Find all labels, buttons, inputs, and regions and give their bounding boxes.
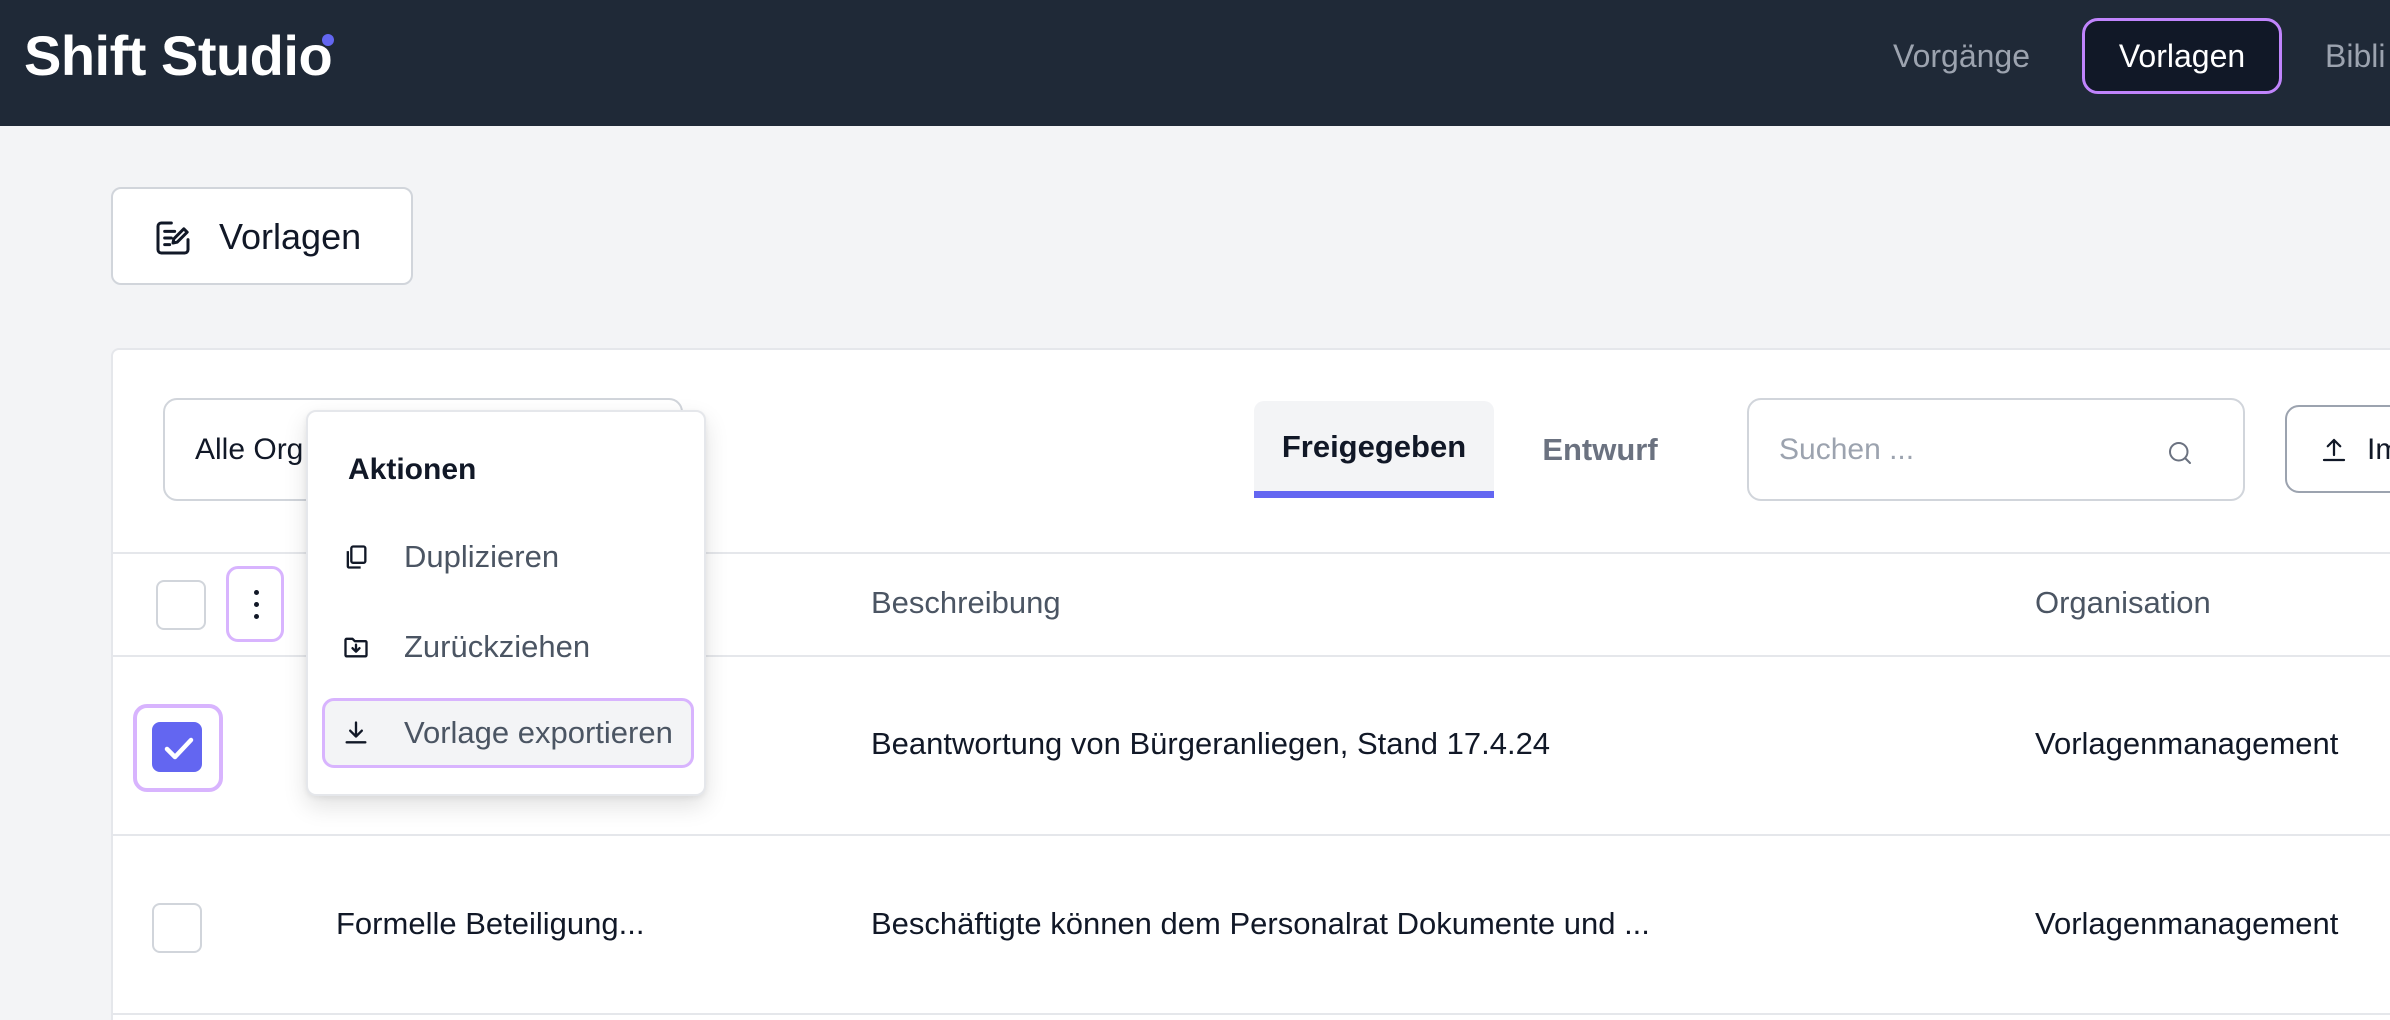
row-organisation: Vorlagenmanagement xyxy=(2035,906,2339,941)
menu-item-label: Duplizieren xyxy=(404,539,560,574)
search-input[interactable] xyxy=(1779,426,2159,474)
actions-dropdown-menu: Aktionen Duplizieren Zurückziehen Vorlag… xyxy=(306,410,706,796)
kebab-dot xyxy=(254,590,259,595)
brand-logo[interactable]: Shift Studio xyxy=(24,24,333,88)
table-divider xyxy=(113,1013,2390,1015)
menu-item-label: Vorlage exportieren xyxy=(404,715,673,750)
row-checkbox[interactable] xyxy=(152,903,202,953)
page-title-button[interactable]: Vorlagen xyxy=(111,187,413,285)
edit-document-icon xyxy=(156,221,190,255)
organisation-filter-value: Alle Org xyxy=(195,433,304,466)
download-icon xyxy=(345,721,367,744)
search-icon[interactable] xyxy=(2165,438,2195,468)
menu-item-vorlage-exportieren[interactable]: Vorlage exportieren xyxy=(322,698,694,768)
menu-item-zurueckziehen[interactable]: Zurückziehen xyxy=(322,612,694,682)
kebab-dot xyxy=(254,614,259,619)
row-description: Beantwortung von Bürgeranliegen, Stand 1… xyxy=(871,726,1551,761)
search-box[interactable] xyxy=(1747,398,2245,501)
nav-item-vorgaenge[interactable]: Vorgänge xyxy=(1893,18,2030,94)
folder-download-icon xyxy=(344,637,368,658)
page-title: Vorlagen xyxy=(219,216,362,257)
tab-freigegeben[interactable]: Freigegeben xyxy=(1254,401,1494,498)
import-button[interactable]: Im xyxy=(2285,405,2390,493)
column-header-organisation[interactable]: Organisation xyxy=(2035,580,2211,626)
row-organisation: Vorlagenmanagement xyxy=(2035,726,2339,761)
menu-item-duplizieren[interactable]: Duplizieren xyxy=(322,522,694,592)
upload-icon xyxy=(2322,438,2346,462)
bulk-actions-button[interactable] xyxy=(226,566,284,642)
table-divider xyxy=(113,834,2390,836)
tab-entwurf[interactable]: Entwurf xyxy=(1512,401,1688,498)
checkmark-icon xyxy=(164,737,194,760)
column-header-beschreibung[interactable]: Beschreibung xyxy=(871,580,1061,626)
row-checkbox[interactable] xyxy=(152,722,202,772)
menu-item-label: Zurückziehen xyxy=(404,629,591,664)
import-button-label: Im xyxy=(2367,433,2390,466)
top-navigation-bar: Shift Studio Vorgänge Vorlagen Bibli xyxy=(0,0,2390,126)
nav-item-bibliothek[interactable]: Bibli xyxy=(2325,18,2385,94)
brand-dot-icon xyxy=(322,34,334,46)
row-description: Beschäftigte können dem Personalrat Doku… xyxy=(871,906,1650,941)
menu-title: Aktionen xyxy=(348,453,477,486)
kebab-dot xyxy=(254,602,259,607)
row-name[interactable]: Formelle Beteiligung... xyxy=(336,901,644,947)
select-all-checkbox[interactable] xyxy=(156,580,206,630)
nav-item-vorlagen[interactable]: Vorlagen xyxy=(2082,18,2282,94)
copy-icon xyxy=(346,545,367,569)
